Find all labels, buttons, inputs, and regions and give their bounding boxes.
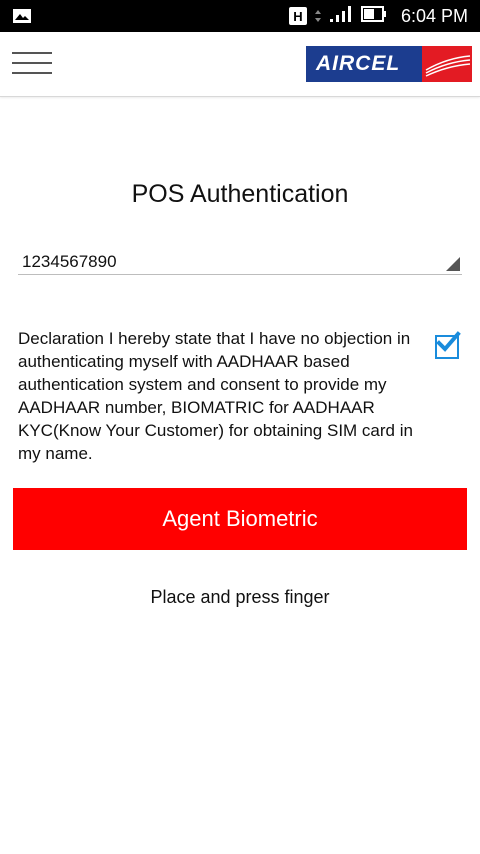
checkmark-icon <box>436 331 461 352</box>
dropdown-selected-value: 1234567890 <box>22 252 117 271</box>
declaration-text: Declaration I hereby state that I have n… <box>18 329 413 463</box>
aircel-logo: AIRCEL <box>306 46 472 82</box>
status-bar: H 6:04 PM <box>0 0 480 32</box>
pos-number-dropdown[interactable]: 1234567890 <box>18 250 462 275</box>
network-type-badge: H <box>288 7 307 25</box>
instruction-text: Place and press finger <box>150 587 330 607</box>
agent-biometric-button[interactable]: Agent Biometric <box>13 488 467 550</box>
logo-text: AIRCEL <box>316 52 401 75</box>
photo-notification-icon <box>12 8 32 29</box>
logo-swoosh-icon <box>422 46 472 82</box>
page-title: POS Authentication <box>131 180 349 208</box>
dropdown-arrow-icon <box>446 257 460 271</box>
app-bar: AIRCEL <box>0 32 480 97</box>
hamburger-menu-icon[interactable] <box>12 52 52 80</box>
signal-icon <box>329 5 353 28</box>
battery-icon <box>360 5 387 27</box>
data-arrows-icon <box>314 9 321 23</box>
declaration-checkbox[interactable] <box>435 331 461 359</box>
clock: 6:04 PM <box>400 5 468 26</box>
